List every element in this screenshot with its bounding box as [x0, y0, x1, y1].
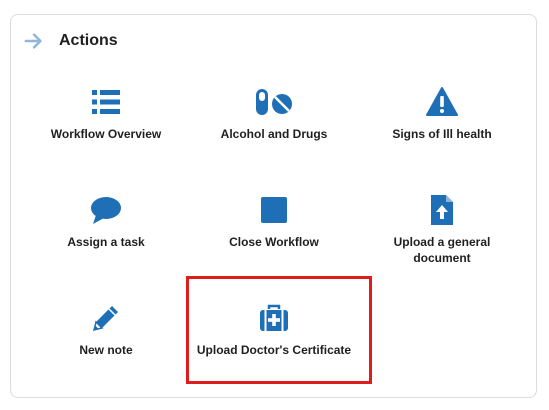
warning-icon — [426, 87, 458, 116]
pills-icon — [256, 89, 292, 115]
stop-square-icon — [261, 197, 287, 223]
action-label: New note — [79, 343, 133, 357]
action-label: Alcohol and Drugs — [220, 127, 328, 141]
speech-bubble-icon — [91, 197, 121, 224]
action-close-workflow[interactable]: Close Workflow — [189, 194, 359, 250]
medical-kit-icon — [260, 304, 288, 331]
action-signs-of-ill-health[interactable]: Signs of Ill health — [357, 86, 527, 142]
action-upload-doctors-certificate[interactable]: Upload Doctor's Certificate — [189, 302, 359, 358]
action-workflow-overview[interactable]: Workflow Overview — [21, 86, 191, 142]
action-alcohol-and-drugs[interactable]: Alcohol and Drugs — [189, 86, 359, 142]
action-label: Upload Doctor's Certificate — [196, 343, 352, 357]
panel-title: Actions — [59, 32, 118, 49]
action-label: Assign a task — [67, 235, 145, 249]
file-upload-icon — [431, 195, 453, 225]
action-label: Signs of Ill health — [392, 127, 492, 141]
list-icon — [92, 90, 120, 114]
action-upload-general-document[interactable]: Upload a general document — [357, 194, 527, 266]
action-new-note[interactable]: New note — [21, 302, 191, 358]
action-label: Upload a general document — [393, 235, 491, 265]
action-label: Workflow Overview — [50, 127, 162, 141]
pencil-icon — [92, 306, 118, 332]
panel-header: Actions — [23, 27, 118, 55]
action-label: Close Workflow — [229, 235, 319, 249]
action-assign-a-task[interactable]: Assign a task — [21, 194, 191, 250]
arrow-right-icon — [24, 33, 42, 49]
